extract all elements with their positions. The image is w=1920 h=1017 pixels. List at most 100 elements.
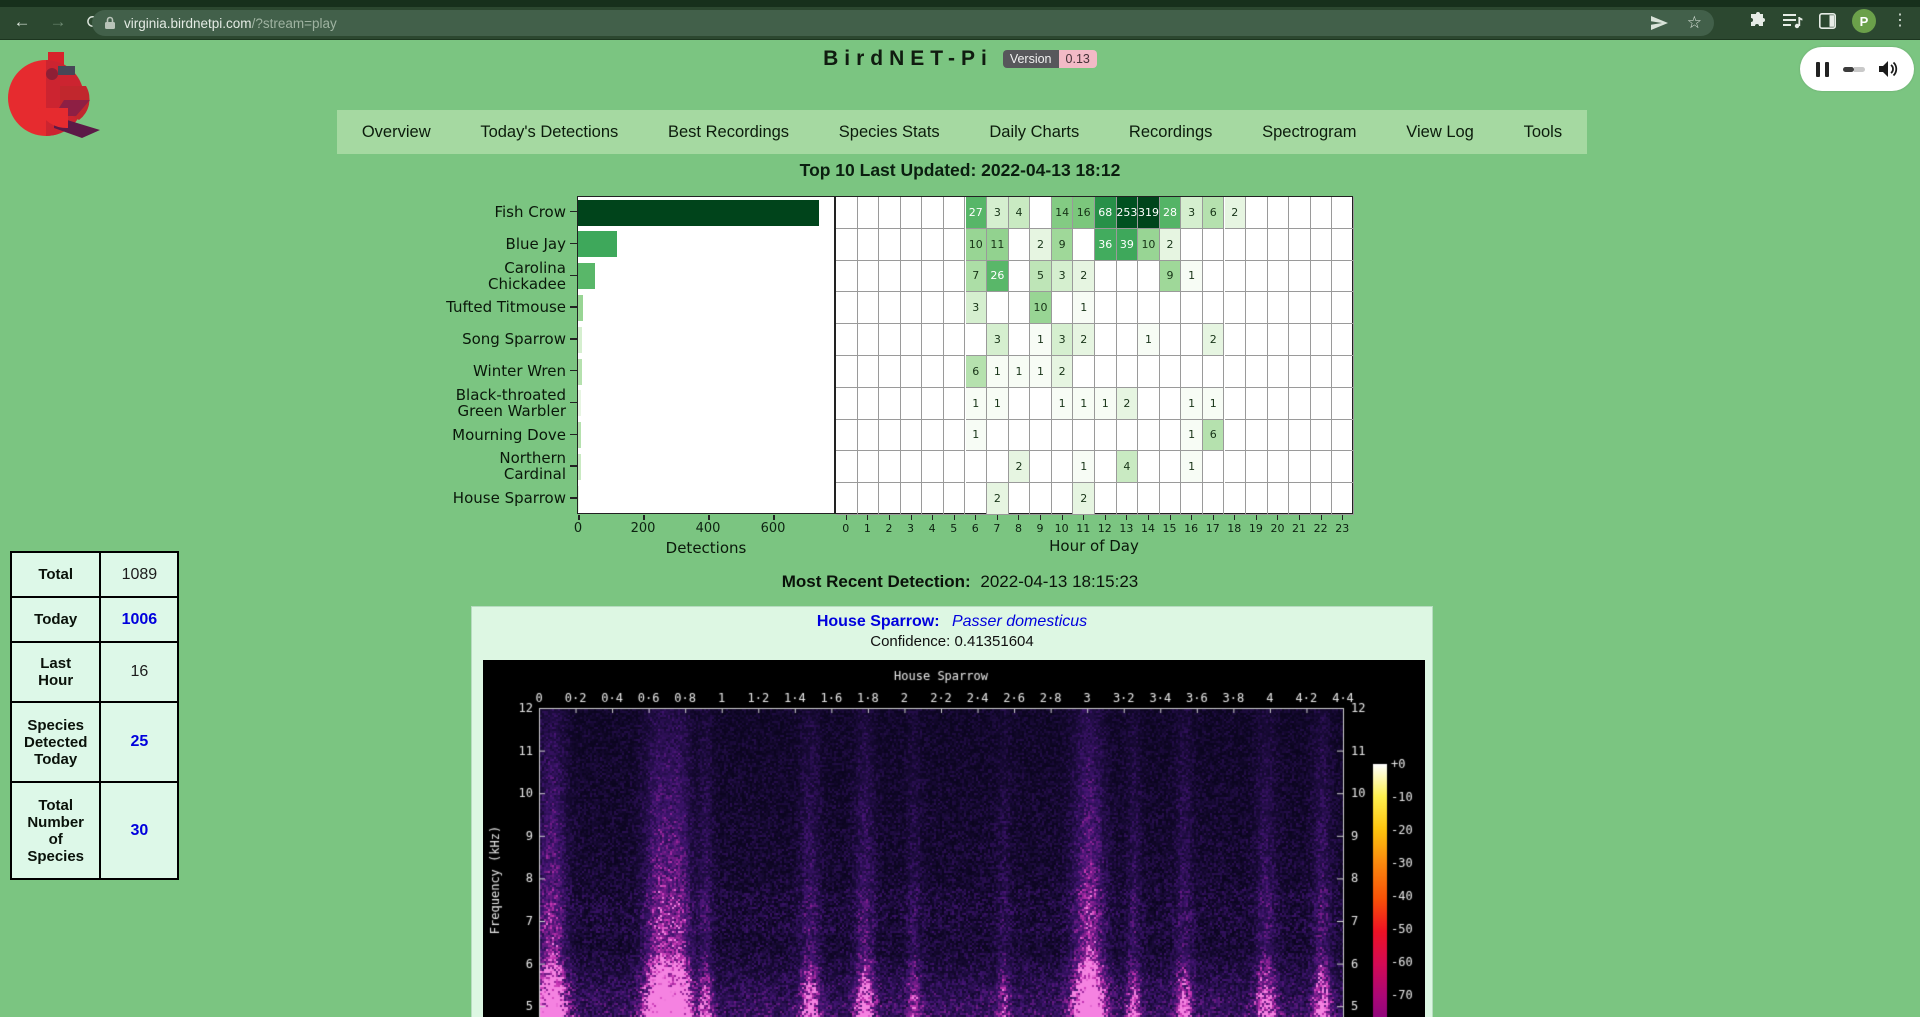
heatmap-cell — [1332, 420, 1354, 452]
heatmap-cell — [1268, 483, 1290, 515]
version-value: 0.13 — [1059, 50, 1097, 68]
bar-axis-tick-label: 200 — [631, 521, 656, 536]
heatmap-cell — [901, 197, 923, 229]
stats-label: Total Number of Species — [11, 782, 100, 879]
heatmap-cell — [1095, 356, 1117, 388]
nav-item-tools[interactable]: Tools — [1524, 123, 1563, 142]
heatmap-cell — [1117, 420, 1139, 452]
heatmap-cell — [1289, 388, 1311, 420]
heatmap-cell — [879, 388, 901, 420]
hour-tick-label: 16 — [1184, 522, 1198, 535]
x-tick — [867, 515, 868, 520]
x-tick — [1126, 515, 1127, 520]
heatmap-cell — [1311, 451, 1333, 483]
nav-item-best-recordings[interactable]: Best Recordings — [668, 123, 789, 142]
browser-menu-icon[interactable]: ⋮ — [1892, 9, 1908, 33]
heatmap-cell — [836, 356, 858, 388]
heatmap-cell — [1246, 261, 1268, 293]
heatmap-cell — [1311, 229, 1333, 261]
volume-icon[interactable] — [1878, 60, 1898, 78]
send-icon[interactable] — [1650, 15, 1669, 31]
heatmap-cell — [1311, 197, 1333, 229]
heatmap-cell — [987, 451, 1009, 483]
nav-item-today-s-detections[interactable]: Today's Detections — [480, 123, 618, 142]
detection-species-link[interactable]: House Sparrow: — [817, 613, 940, 630]
heatmap-cell — [1225, 261, 1247, 293]
stats-value[interactable]: 1006 — [100, 597, 178, 642]
heatmap-cell: 1 — [1073, 388, 1095, 420]
side-panel-icon[interactable] — [1819, 13, 1836, 29]
heatmap-cell — [944, 292, 966, 324]
heatmap-cell: 2 — [1009, 451, 1031, 483]
heatmap-cell — [1181, 483, 1203, 515]
address-bar[interactable]: virginia.birdnetpi.com/?stream=play ☆ — [92, 10, 1714, 36]
heatmap-cell: 3 — [987, 197, 1009, 229]
heatmap-cell — [1030, 420, 1052, 452]
heatmap-cell — [1160, 451, 1182, 483]
stats-value[interactable]: 30 — [100, 782, 178, 879]
heatmap-cell — [1268, 261, 1290, 293]
heatmap-cell — [1160, 292, 1182, 324]
heatmap-cell — [922, 292, 944, 324]
heatmap-cell: 1 — [1095, 388, 1117, 420]
heatmap-cell — [922, 324, 944, 356]
heatmap-cell — [1203, 261, 1225, 293]
x-tick — [954, 515, 955, 520]
heatmap-cell — [879, 420, 901, 452]
heatmap-cell — [1311, 261, 1333, 293]
heatmap-cell — [1073, 229, 1095, 261]
nav-item-overview[interactable]: Overview — [362, 123, 431, 142]
heatmap-cell — [1332, 388, 1354, 420]
heatmap-cell — [1311, 292, 1333, 324]
heatmap-cell — [1268, 324, 1290, 356]
nav-item-recordings[interactable]: Recordings — [1129, 123, 1212, 142]
heatmap-cell: 2 — [1073, 483, 1095, 515]
nav-item-daily-charts[interactable]: Daily Charts — [989, 123, 1079, 142]
heatmap-cell — [1289, 483, 1311, 515]
heatmap-cell — [944, 420, 966, 452]
x-tick — [773, 515, 775, 520]
heatmap-cell — [879, 229, 901, 261]
bar-house-sparrow — [578, 486, 579, 512]
heatmap-cell — [1009, 229, 1031, 261]
heatmap-cell — [1289, 324, 1311, 356]
heatmap-cell — [879, 356, 901, 388]
heatmap-cell — [1268, 388, 1290, 420]
stats-row-last-hour: Last Hour16 — [11, 642, 178, 702]
media-controls-icon[interactable] — [1783, 13, 1803, 29]
bookmark-star-icon[interactable]: ☆ — [1687, 15, 1702, 31]
x-tick — [1018, 515, 1019, 520]
browser-forward-button[interactable]: → — [46, 12, 70, 34]
profile-avatar[interactable]: P — [1852, 9, 1876, 33]
extensions-icon[interactable] — [1749, 12, 1767, 30]
heatmap-cell: 10 — [1030, 292, 1052, 324]
heatmap-cell — [836, 292, 858, 324]
species-label-song-sparrow: Song Sparrow — [416, 331, 566, 347]
heatmap-cell — [1009, 324, 1031, 356]
heatmap-cell — [1138, 292, 1160, 324]
species-label-blue-jay: Blue Jay — [416, 236, 566, 252]
stats-value[interactable]: 25 — [100, 702, 178, 782]
heatmap-cell — [901, 229, 923, 261]
audio-player[interactable] — [1800, 47, 1914, 91]
heatmap-cell: 1 — [966, 388, 988, 420]
heatmap-cell: 14 — [1052, 197, 1074, 229]
x-tick — [1191, 515, 1192, 520]
nav-item-spectrogram[interactable]: Spectrogram — [1262, 123, 1356, 142]
heatmap-cell — [1289, 261, 1311, 293]
hour-tick-label: 12 — [1098, 522, 1112, 535]
url-text: virginia.birdnetpi.com/?stream=play — [124, 16, 337, 31]
bar-axis-tick-label: 0 — [574, 521, 582, 536]
browser-back-button[interactable]: ← — [10, 12, 34, 34]
stats-row-today: Today1006 — [11, 597, 178, 642]
pause-button[interactable] — [1816, 62, 1829, 77]
bar-axis-tick-label: 600 — [761, 521, 786, 536]
heatmap-cell — [858, 483, 880, 515]
nav-item-view-log[interactable]: View Log — [1406, 123, 1474, 142]
species-label-carolina-chickadee: CarolinaChickadee — [416, 260, 566, 292]
hour-tick-label: 0 — [842, 522, 849, 535]
heatmap-cell — [858, 451, 880, 483]
heatmap-cell — [1052, 483, 1074, 515]
nav-item-species-stats[interactable]: Species Stats — [839, 123, 940, 142]
seek-slider[interactable] — [1843, 67, 1865, 72]
